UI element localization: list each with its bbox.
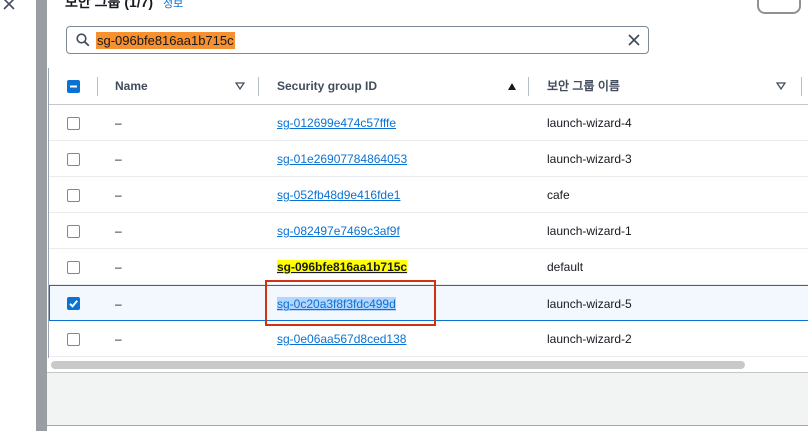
- cell-group-name: launch-wizard-3: [547, 152, 632, 166]
- table-row[interactable]: – sg-082497e7469c3af9f launch-wizard-1: [49, 213, 808, 249]
- search-icon: [76, 33, 90, 47]
- left-pane: [0, 0, 36, 431]
- row-checkbox[interactable]: [67, 153, 80, 166]
- cell-group-name: launch-wizard-5: [547, 297, 632, 311]
- table-row[interactable]: – sg-0e06aa567d8ced138 launch-wizard-2: [49, 321, 808, 357]
- row-checkbox[interactable]: [67, 225, 80, 238]
- divider: [47, 425, 808, 426]
- info-link[interactable]: 정보: [163, 0, 183, 10]
- row-checkbox[interactable]: [67, 333, 80, 346]
- cell-group-name: default: [547, 260, 584, 274]
- cell-name: –: [115, 297, 122, 311]
- highlighted-id-text: sg-096bfe816aa1b715c: [277, 260, 408, 274]
- panel-title-text: 보안 그룹: [65, 0, 121, 10]
- caret-down-icon[interactable]: [776, 82, 786, 91]
- row-checkbox[interactable]: [67, 261, 80, 274]
- table-row[interactable]: – sg-012699e474c57fffe launch-wizard-4: [49, 105, 808, 141]
- panel-resize-handle[interactable]: [36, 0, 47, 431]
- table-header: Name Security group ID 보안 그룹 이름: [49, 68, 808, 105]
- search-input[interactable]: sg-096bfe816aa1b715c: [66, 26, 649, 54]
- security-group-id-link[interactable]: sg-052fb48d9e416fde1: [277, 177, 400, 213]
- security-groups-panel: 보안 그룹 (1/7) 정보 sg-096bfe816aa1b715c Name: [47, 0, 808, 431]
- column-header-security-group-name[interactable]: 보안 그룹 이름: [547, 68, 620, 105]
- caret-down-icon[interactable]: [235, 82, 245, 91]
- security-group-id-link[interactable]: sg-0e06aa567d8ced138: [277, 321, 406, 357]
- security-group-id-link[interactable]: sg-01e26907784864053: [277, 141, 407, 177]
- row-checkbox-checked[interactable]: [67, 297, 80, 310]
- panel-title: 보안 그룹 (1/7) 정보: [65, 0, 183, 12]
- column-divider: [258, 77, 259, 96]
- column-divider: [97, 77, 98, 96]
- clear-search-icon[interactable]: [627, 33, 641, 47]
- cell-group-name: launch-wizard-2: [547, 332, 632, 346]
- column-header-name[interactable]: Name: [115, 68, 148, 105]
- security-group-id-link[interactable]: sg-012699e474c57fffe: [277, 105, 396, 141]
- cell-name: –: [115, 152, 122, 166]
- cell-name: –: [115, 332, 122, 346]
- row-checkbox[interactable]: [67, 189, 80, 202]
- cell-group-name: launch-wizard-1: [547, 224, 632, 238]
- security-group-id-link[interactable]: sg-082497e7469c3af9f: [277, 213, 400, 249]
- select-all-checkbox[interactable]: [67, 80, 80, 93]
- cell-name: –: [115, 188, 122, 202]
- cell-name: –: [115, 224, 122, 238]
- column-header-security-group-id[interactable]: Security group ID: [277, 68, 377, 105]
- sort-ascending-icon[interactable]: [507, 82, 517, 91]
- indeterminate-icon: [70, 85, 77, 88]
- cell-group-name: launch-wizard-4: [547, 116, 632, 130]
- close-icon[interactable]: [2, 0, 16, 12]
- selection-count: (1/7): [124, 0, 154, 10]
- column-divider: [528, 77, 529, 96]
- refresh-button[interactable]: [757, 0, 801, 14]
- cell-name: –: [115, 116, 122, 130]
- horizontal-scrollbar[interactable]: [51, 361, 745, 369]
- cell-name: –: [115, 260, 122, 274]
- row-checkbox[interactable]: [67, 117, 80, 130]
- column-divider: [801, 77, 802, 96]
- details-pane: [47, 373, 808, 425]
- table-row[interactable]: – sg-052fb48d9e416fde1 cafe: [49, 177, 808, 213]
- annotation-highlight-box: [265, 280, 436, 326]
- search-value: sg-096bfe816aa1b715c: [96, 32, 235, 49]
- checkmark-icon: [69, 300, 78, 308]
- refresh-icon: [773, 0, 787, 5]
- table-row[interactable]: – sg-01e26907784864053 launch-wizard-3: [49, 141, 808, 177]
- cell-group-name: cafe: [547, 188, 570, 202]
